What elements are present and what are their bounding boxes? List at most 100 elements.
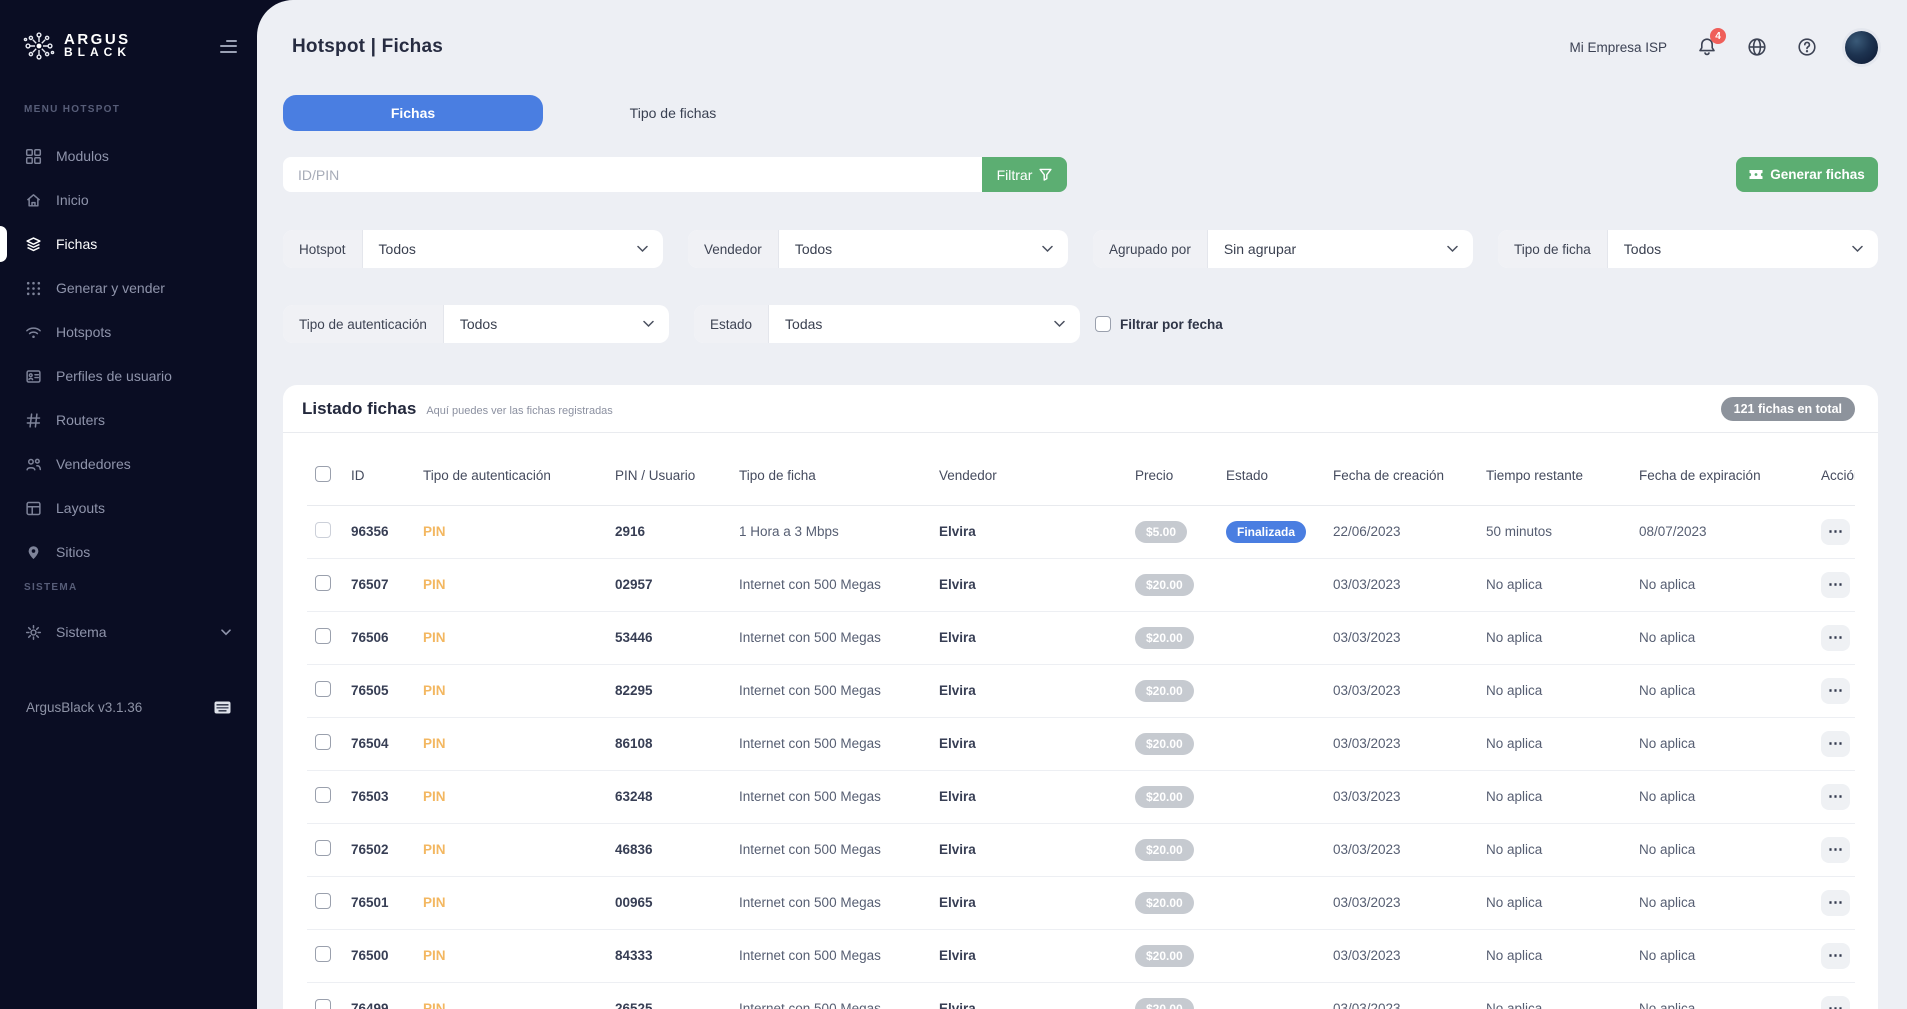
fichas-table: ID Tipo de autenticación PIN / Usuario T…: [307, 433, 1855, 1009]
argus-logo-icon: [22, 29, 56, 63]
filter-vendedor-select[interactable]: Vendedor Todos: [688, 230, 1068, 268]
row-actions-button[interactable]: ⋯: [1821, 943, 1850, 969]
cell-created: 03/03/2023: [1331, 717, 1484, 770]
page-title: Hotspot | Fichas: [292, 36, 443, 58]
ellipsis-icon: ⋯: [1828, 630, 1843, 645]
sidebar-item-vendedores[interactable]: Vendedores: [0, 442, 257, 486]
col-header-auth: Tipo de autenticación: [421, 433, 613, 505]
sidebar-item-sistema[interactable]: Sistema: [0, 610, 257, 654]
row-checkbox[interactable]: [315, 628, 331, 644]
cell-auth-type: PIN: [421, 505, 613, 558]
cell-ficha-type: Internet con 500 Megas: [737, 611, 937, 664]
hash-icon: [25, 412, 42, 429]
chevron-down-icon: [1852, 245, 1863, 253]
main-panel: Hotspot | Fichas Mi Empresa ISP 4: [257, 0, 1907, 1009]
tab-tipo-de-fichas[interactable]: Tipo de fichas: [543, 95, 803, 131]
table-row: 76503PIN63248Internet con 500 MegasElvir…: [307, 770, 1855, 823]
cell-auth-type: PIN: [421, 823, 613, 876]
filters-row-1: Hotspot Todos Vendedor Todos Agrupado po…: [283, 230, 1878, 268]
row-checkbox[interactable]: [315, 575, 331, 591]
sidebar-item-sitios[interactable]: Sitios: [0, 530, 257, 574]
chevron-down-icon: [1447, 245, 1458, 253]
user-avatar[interactable]: [1845, 31, 1878, 64]
row-actions-button[interactable]: ⋯: [1821, 519, 1850, 545]
cell-pin: 2916: [613, 505, 737, 558]
table-row: 76502PIN46836Internet con 500 MegasElvir…: [307, 823, 1855, 876]
grid-icon: [25, 148, 42, 165]
row-checkbox[interactable]: [315, 893, 331, 909]
filter-tipo-ficha-select[interactable]: Tipo de ficha Todos: [1498, 230, 1878, 268]
cell-pin: 84333: [613, 929, 737, 982]
select-all-checkbox[interactable]: [315, 466, 331, 482]
row-actions-button[interactable]: ⋯: [1821, 625, 1850, 651]
filter-hotspot-select[interactable]: Hotspot Todos: [283, 230, 663, 268]
row-actions-button[interactable]: ⋯: [1821, 731, 1850, 757]
row-checkbox[interactable]: [315, 999, 331, 1009]
filter-button-label: Filtrar: [997, 167, 1033, 183]
notifications-bell-icon[interactable]: 4: [1695, 35, 1719, 59]
sidebar-item-inicio[interactable]: Inicio: [0, 178, 257, 222]
cell-created: 03/03/2023: [1331, 876, 1484, 929]
layout-icon: [25, 500, 42, 517]
row-checkbox[interactable]: [315, 840, 331, 856]
sidebar-item-perfiles-de-usuario[interactable]: Perfiles de usuario: [0, 354, 257, 398]
estado-badge: Finalizada: [1226, 521, 1306, 543]
filter-value: Todos: [363, 230, 637, 268]
cell-pin: 82295: [613, 664, 737, 717]
row-actions-button[interactable]: ⋯: [1821, 678, 1850, 704]
sidebar-item-label: Sistema: [56, 624, 107, 640]
tab-fichas[interactable]: Fichas: [283, 95, 543, 131]
row-actions-button[interactable]: ⋯: [1821, 784, 1850, 810]
sidebar-item-label: Routers: [56, 412, 105, 428]
sidebar-item-routers[interactable]: Routers: [0, 398, 257, 442]
filter-label: Tipo de ficha: [1498, 230, 1608, 268]
sidebar-collapse-icon[interactable]: [217, 40, 237, 53]
row-checkbox[interactable]: [315, 787, 331, 803]
row-actions-button[interactable]: ⋯: [1821, 837, 1850, 863]
filter-estado-select[interactable]: Estado Todas: [694, 305, 1080, 343]
card-title: Listado fichas: [302, 399, 416, 419]
row-actions-button[interactable]: ⋯: [1821, 996, 1850, 1009]
filter-tipo-autenticacion-select[interactable]: Tipo de autenticación Todos: [283, 305, 669, 343]
row-actions-button[interactable]: ⋯: [1821, 572, 1850, 598]
cell-vendor: Elvira: [937, 717, 1133, 770]
row-checkbox[interactable]: [315, 681, 331, 697]
cell-created: 03/03/2023: [1331, 982, 1484, 1009]
cell-remaining: No aplica: [1484, 611, 1637, 664]
search-row: Filtrar Generar fichas: [283, 157, 1878, 192]
estado-badge: Nueva: [1226, 627, 1284, 649]
filter-agrupado-select[interactable]: Agrupado por Sin agrupar: [1093, 230, 1473, 268]
cell-id: 76506: [349, 611, 421, 664]
filter-button[interactable]: Filtrar: [982, 157, 1067, 192]
cell-auth-type: PIN: [421, 717, 613, 770]
generate-fichas-button[interactable]: Generar fichas: [1736, 157, 1878, 192]
pin-icon: [25, 544, 42, 561]
sidebar-item-modulos[interactable]: Modulos: [0, 134, 257, 178]
sidebar-item-generar-y-vender[interactable]: Generar y vender: [0, 266, 257, 310]
sidebar-item-hotspots[interactable]: Hotspots: [0, 310, 257, 354]
row-checkbox[interactable]: [315, 522, 331, 538]
row-checkbox[interactable]: [315, 734, 331, 750]
cell-vendor: Elvira: [937, 982, 1133, 1009]
sidebar-item-layouts[interactable]: Layouts: [0, 486, 257, 530]
cell-remaining: No aplica: [1484, 770, 1637, 823]
table-row: 76506PIN53446Internet con 500 MegasElvir…: [307, 611, 1855, 664]
filter-by-date-checkbox[interactable]: [1095, 316, 1111, 332]
row-actions-button[interactable]: ⋯: [1821, 890, 1850, 916]
sidebar-item-fichas[interactable]: Fichas: [0, 222, 257, 266]
cell-auth-type: PIN: [421, 876, 613, 929]
help-icon[interactable]: [1795, 35, 1819, 59]
home-icon: [25, 192, 42, 209]
cell-auth-type: PIN: [421, 611, 613, 664]
price-badge: $20.00: [1135, 574, 1194, 596]
sidebar-item-label: Layouts: [56, 500, 105, 516]
keyboard-icon[interactable]: [214, 701, 231, 714]
globe-language-icon[interactable]: [1745, 35, 1769, 59]
cell-pin: 53446: [613, 611, 737, 664]
cell-created: 03/03/2023: [1331, 558, 1484, 611]
table-row: 76500PIN84333Internet con 500 MegasElvir…: [307, 929, 1855, 982]
gear-icon: [25, 624, 42, 641]
id-pin-search-input[interactable]: [283, 157, 982, 192]
row-checkbox[interactable]: [315, 946, 331, 962]
col-header-precio: Precio: [1133, 433, 1224, 505]
